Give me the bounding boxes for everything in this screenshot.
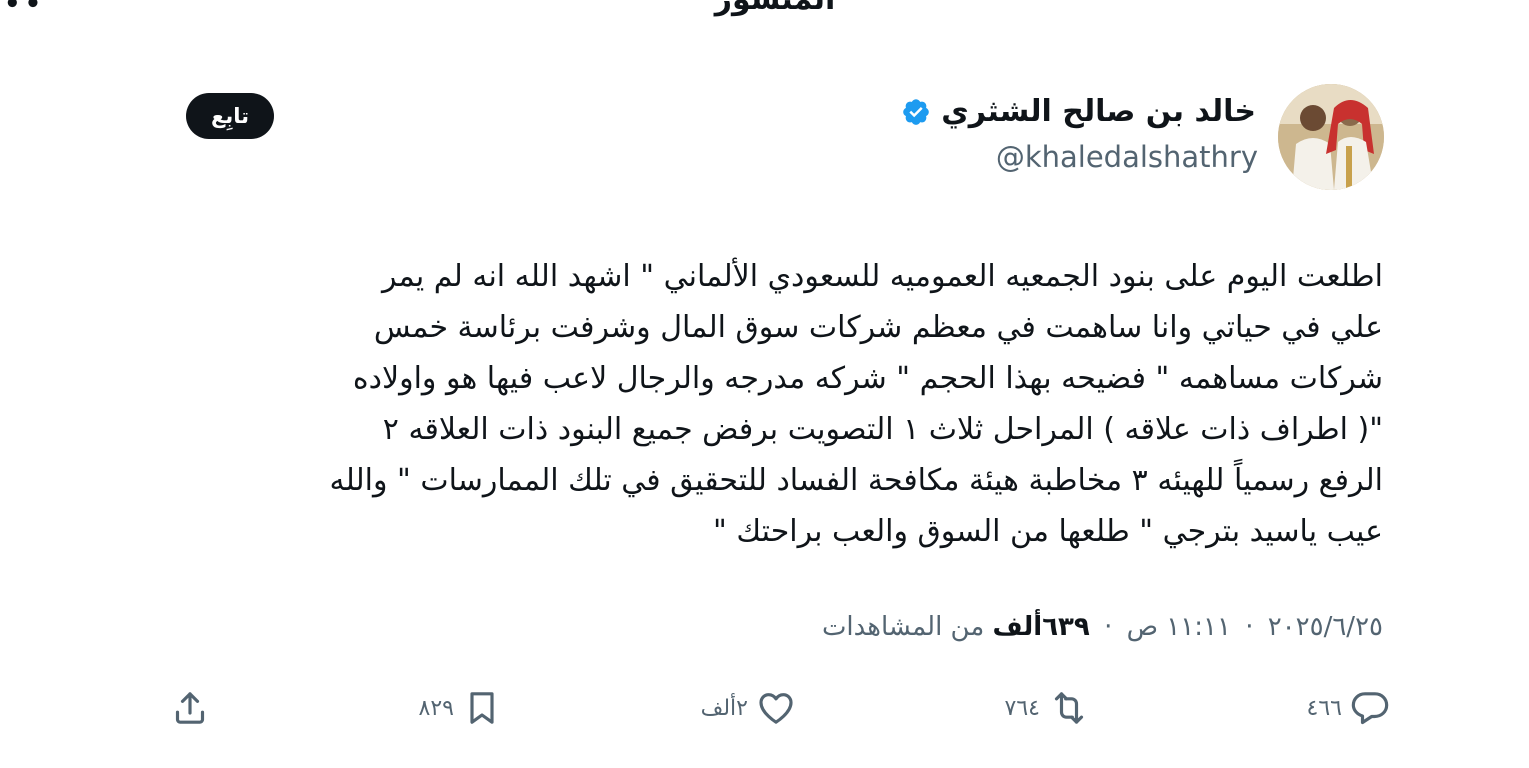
share-button[interactable] xyxy=(170,685,210,731)
like-button[interactable]: ٢ألف xyxy=(701,685,796,731)
meta-separator: · xyxy=(1245,612,1254,642)
bookmark-count: ٨٢٩ xyxy=(418,695,454,721)
reply-icon xyxy=(1350,688,1390,728)
tweet-header: خالد بن صالح الشثري @khaledalshathry تاب… xyxy=(186,84,1384,190)
reply-count: ٤٦٦ xyxy=(1306,695,1342,721)
tweet-text-line: "( اطراف ذات علاقه ) المراحل ثلاث ١ التص… xyxy=(382,412,1383,447)
repost-icon xyxy=(1048,688,1090,728)
views-count: ٦٣٩ألف xyxy=(992,612,1090,642)
tweet-time[interactable]: ١١:١١ ص xyxy=(1127,612,1231,642)
bookmark-icon xyxy=(462,688,502,728)
bookmark-button[interactable]: ٨٢٩ xyxy=(419,685,502,731)
repost-button[interactable]: ٧٦٤ xyxy=(1005,685,1090,731)
author-handle[interactable]: @khaledalshathry xyxy=(996,140,1258,174)
tweet-meta: ٢٠٢٥/٦/٢٥ · ١١:١١ ص · ٦٣٩ألف من المشاهدا… xyxy=(822,612,1383,642)
like-count: ٢ألف xyxy=(700,695,748,721)
views-label: من المشاهدات xyxy=(821,612,985,642)
reply-button[interactable]: ٤٦٦ xyxy=(1307,685,1390,731)
tweet-actions: ٤٦٦ ٧٦٤ ٢ألف ٨٢٩ xyxy=(170,685,1390,731)
author-name-row: خالد بن صالح الشثري xyxy=(901,94,1256,129)
share-icon xyxy=(170,688,210,728)
page-title: المنشور xyxy=(0,0,1529,17)
tweet-text: اطلعت اليوم على بنود الجمعيه العموميه لل… xyxy=(168,251,1383,557)
author-display-name[interactable]: خالد بن صالح الشثري xyxy=(941,94,1256,129)
tweet-text-line: علي في حياتي وانا ساهمت في معظم شركات سو… xyxy=(373,310,1383,345)
avatar[interactable] xyxy=(1278,84,1384,190)
follow-button[interactable]: تابِع xyxy=(186,93,274,139)
tweet-date[interactable]: ٢٠٢٥/٦/٢٥ xyxy=(1268,612,1383,642)
like-icon xyxy=(756,688,796,728)
verified-badge-icon xyxy=(901,97,931,127)
tweet-text-line: اطلعت اليوم على بنود الجمعيه العموميه لل… xyxy=(381,259,1383,294)
repost-count: ٧٦٤ xyxy=(1004,695,1040,721)
meta-separator: · xyxy=(1104,612,1113,642)
tweet-text-line: شركات مساهمه " فضيحه بهذا الحجم " شركه م… xyxy=(352,361,1383,396)
tweet-text-line: عيب ياسيد بترجي " طلعها من السوق والعب ب… xyxy=(713,514,1383,549)
tweet-text-line: الرفع رسمياً للهيئه ٣ مخاطبة هيئة مكافحة… xyxy=(329,463,1383,498)
